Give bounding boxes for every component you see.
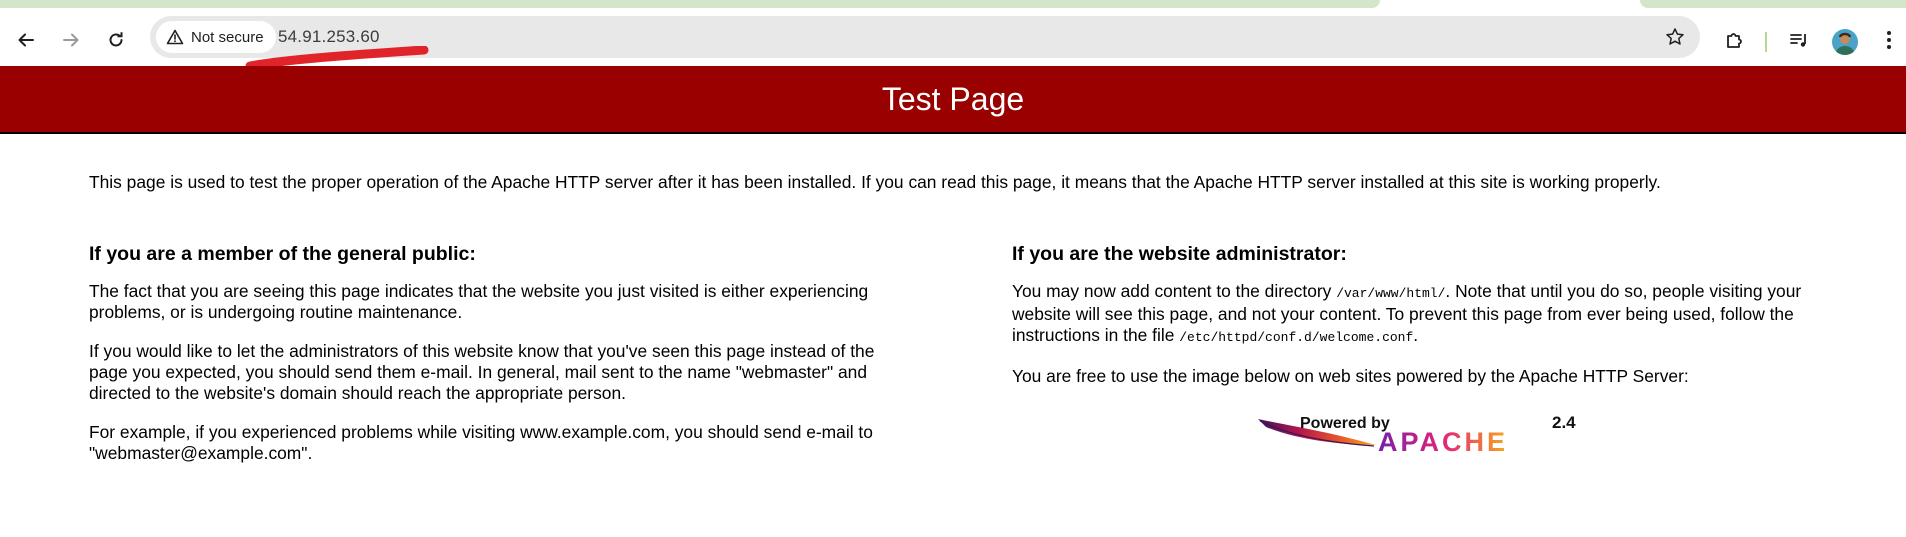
tab-strip — [0, 0, 1906, 8]
admin-text-a: You may now add content to the directory — [1012, 281, 1337, 301]
admin-text-c: . — [1413, 325, 1419, 345]
media-controls-button[interactable] — [1782, 23, 1816, 57]
admin-paragraph-1: You may now add content to the directory… — [1012, 281, 1842, 348]
playlist-music-icon — [1790, 34, 1806, 47]
arrow-left-icon — [18, 33, 34, 47]
kebab-menu-icon — [1887, 31, 1891, 49]
browser-menu-button[interactable] — [1872, 23, 1906, 57]
html-dir-path: /var/www/html/ — [1336, 286, 1446, 301]
security-label: Not secure — [191, 28, 264, 46]
reload-icon — [109, 32, 123, 47]
bookmark-star-button[interactable] — [1662, 24, 1688, 50]
public-paragraph-2: If you would like to let the administrat… — [89, 341, 875, 403]
page-title: Test Page — [881, 80, 1025, 117]
extensions-button[interactable] — [1718, 23, 1752, 57]
admin-heading: If you are the website administrator: — [1012, 243, 1347, 265]
browser-toolbar: Not secure 54.91.253.60 — [0, 8, 1906, 71]
person-icon — [1835, 32, 1855, 55]
powered-by-text: Powered by — [1300, 415, 1390, 432]
public-heading: If you are a member of the general publi… — [89, 243, 476, 265]
public-section: If you are a member of the general publi… — [89, 244, 909, 482]
active-tab[interactable] — [0, 0, 1380, 8]
forward-button[interactable] — [55, 24, 87, 56]
apache-feather-icon: Powered by 2.4 APACHE — [1258, 413, 1576, 457]
apache-brand-text: APACHE — [1378, 427, 1508, 457]
star-icon — [1666, 28, 1684, 45]
powered-by-apache-logo: Powered by 2.4 APACHE — [1256, 411, 1586, 461]
tab-strip-right — [1640, 0, 1906, 8]
toolbar-divider — [1765, 32, 1767, 52]
page-banner: Test Page — [0, 66, 1906, 134]
back-button[interactable] — [10, 24, 42, 56]
admin-section: If you are the website administrator: Yo… — [1012, 244, 1842, 405]
intro-paragraph: This page is used to test the proper ope… — [89, 172, 1661, 192]
arrow-right-icon — [63, 33, 79, 47]
warning-icon — [166, 29, 184, 45]
reload-button[interactable] — [100, 24, 132, 56]
admin-paragraph-2: You are free to use the image below on w… — [1012, 366, 1689, 386]
profile-avatar[interactable] — [1832, 29, 1858, 55]
public-paragraph-3: For example, if you experienced problems… — [89, 422, 873, 463]
apache-version: 2.4 — [1552, 413, 1576, 432]
welcome-conf-path: /etc/httpd/conf.d/welcome.conf — [1179, 330, 1414, 345]
public-paragraph-1: The fact that you are seeing this page i… — [89, 281, 869, 322]
puzzle-icon — [1727, 33, 1742, 48]
url-text[interactable]: 54.91.253.60 — [278, 27, 380, 47]
